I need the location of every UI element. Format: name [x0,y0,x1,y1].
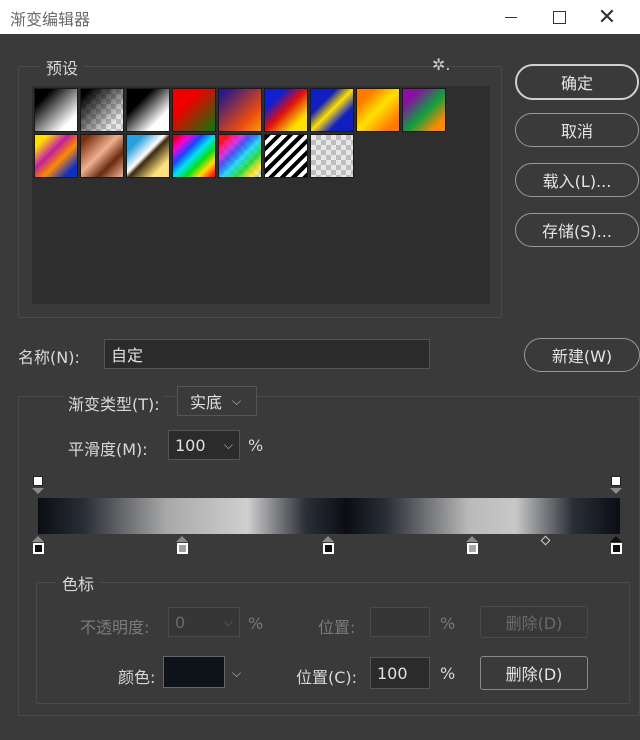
color-stop-selected[interactable] [610,536,622,556]
chevron-down-icon[interactable]: ⌵ [224,438,233,453]
chevron-down-icon: ⌵ [232,393,242,408]
delete-opacity-stop-button[interactable]: 删除(D) [480,606,588,638]
close-icon: ✕ [597,4,617,30]
name-input[interactable]: 自定 [104,339,430,369]
smoothness-unit: % [248,436,264,455]
cancel-button[interactable]: 取消 [515,113,639,147]
color-stop[interactable] [176,536,188,556]
color-stops-legend: 色标 [56,571,101,595]
chevron-down-icon[interactable]: ⌵ [232,666,241,681]
preset-swatch-black-white[interactable] [126,88,170,132]
color-location-label: 位置(C): [296,668,358,687]
new-button[interactable]: 新建(W) [524,338,640,372]
ok-button[interactable]: 确定 [515,64,639,100]
gradient-type-select[interactable]: 实底 ⌵ [177,386,257,416]
color-label: 颜色: [118,668,156,687]
smoothness-value: 100 [175,435,206,455]
close-button[interactable]: ✕ [584,0,630,34]
preset-swatch-orange-yellow-orange[interactable] [356,88,400,132]
delete-color-stop-button[interactable]: 删除(D) [480,656,588,690]
gear-icon: ✲. [432,55,451,74]
gradient-type-label: 渐变类型(T): [64,391,164,415]
presets-legend: 预设 [40,55,85,79]
preset-swatch-transparent[interactable] [310,134,354,178]
color-stop[interactable] [32,536,44,556]
preset-swatch-spectrum[interactable] [172,134,216,178]
opacity-unit: % [248,614,264,633]
opacity-stop-left[interactable] [32,476,44,496]
opacity-input[interactable]: 0 ⌵ [168,607,240,637]
preset-swatch-chrome[interactable] [126,134,170,178]
window-title: 渐变编辑器 [10,10,91,29]
preset-swatch-red-green[interactable] [172,88,216,132]
chevron-down-icon: ⌵ [223,614,233,629]
preset-swatch-fg-bg[interactable] [34,88,78,132]
smoothness-label: 平滑度(M): [68,440,148,459]
preset-swatch-transparent-stripes[interactable] [264,134,308,178]
gradient-type-value: 实底 [190,393,223,412]
minimize-button[interactable] [488,0,534,34]
preset-swatch-blue-yellow-blue[interactable] [310,88,354,132]
opacity-location-input[interactable] [370,607,430,637]
preset-swatch-transparent-rainbow[interactable] [218,134,262,178]
title-bar: 渐变编辑器 ✕ [0,0,640,34]
preset-grid[interactable] [32,86,490,304]
minimize-icon [505,16,517,18]
preset-swatch-yellow-violet-orange-blue[interactable] [34,134,78,178]
color-location-input[interactable]: 100 [370,657,430,689]
smoothness-input[interactable]: 100 ⌵ [168,430,240,460]
preset-swatch-blue-red-yellow[interactable] [264,88,308,132]
color-stop[interactable] [322,536,334,556]
color-location-unit: % [440,664,456,683]
opacity-value: 0 [175,612,186,632]
preset-swatch-violet-orange[interactable] [218,88,262,132]
maximize-icon [552,10,566,24]
opacity-label: 不透明度: [80,618,150,637]
color-swatch[interactable] [163,656,225,688]
preset-swatch-fg-transparent[interactable] [80,88,124,132]
preset-swatch-violet-green-orange[interactable] [402,88,446,132]
color-stop[interactable] [466,536,478,556]
opacity-location-unit: % [440,614,456,633]
presets-menu-button[interactable]: ✲. [432,55,451,74]
opacity-stop-right[interactable] [610,476,622,496]
preset-swatch-copper[interactable] [80,134,124,178]
load-button[interactable]: 载入(L)... [515,163,639,197]
gradient-preview-bar[interactable] [38,498,620,534]
name-label: 名称(N): [18,348,80,367]
opacity-location-label: 位置: [318,618,356,637]
maximize-button[interactable] [536,0,582,34]
save-button[interactable]: 存储(S)... [515,213,639,247]
